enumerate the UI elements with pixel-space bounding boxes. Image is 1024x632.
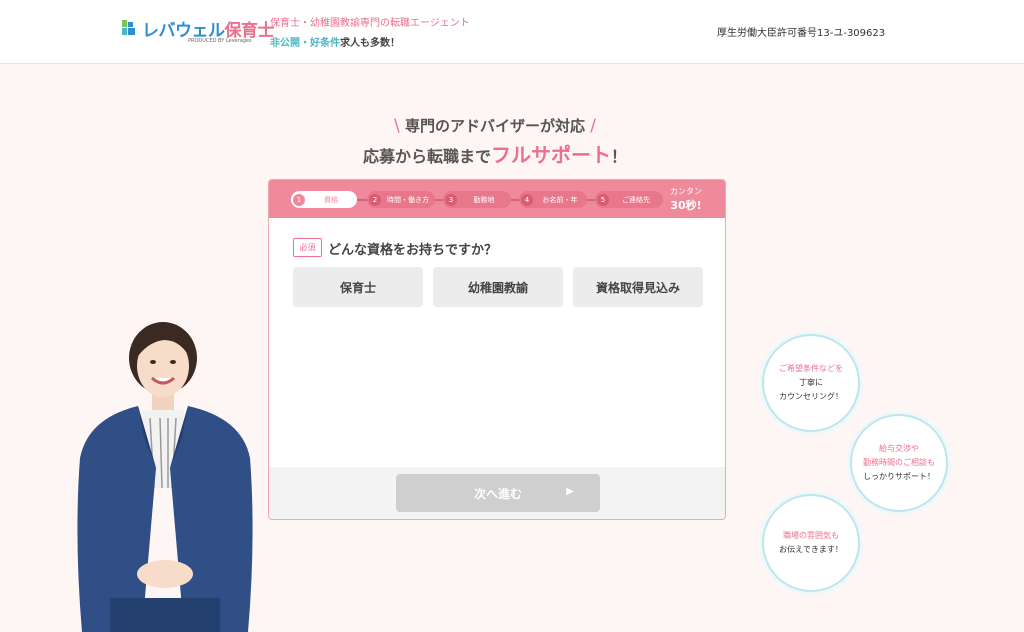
logo-subtitle: PRODUCED BY Leverages bbox=[188, 38, 252, 44]
feature-bubble-negotiation: 給与交渉や 勤務時間のご相談も しっかりサポート！ bbox=[850, 414, 948, 512]
tagline-highlight: 非公開・好条件 bbox=[270, 38, 340, 49]
step-number: 1 bbox=[293, 193, 305, 206]
option-expected-qualification-button[interactable]: 資格取得見込み bbox=[573, 267, 703, 307]
registration-form: 1 資格 2 時間・働き方 3 勤務地 4 お名前・年 5 ご連絡先 カンタン … bbox=[268, 179, 726, 520]
bubble-line: カウンセリング！ bbox=[779, 392, 843, 401]
site-header: レバウェル保育士 PRODUCED BY Leverages 保育士・幼稚園教諭… bbox=[0, 0, 1024, 64]
step-5: 5 ご連絡先 bbox=[595, 191, 663, 208]
next-button-label: 次へ進む bbox=[473, 486, 522, 501]
form-footer: 次へ進む ▶ bbox=[269, 467, 725, 519]
tagline-line-2: 非公開・好条件求人も多数！ bbox=[270, 34, 470, 49]
step-1: 1 資格 bbox=[291, 191, 357, 208]
step-label: 資格 bbox=[324, 195, 338, 204]
step-number: 4 bbox=[521, 193, 533, 206]
quick-badge: カンタン 30秒! bbox=[666, 186, 706, 213]
bubble-line: 職場の雰囲気も bbox=[782, 531, 839, 540]
step-progress-bar: 1 資格 2 時間・働き方 3 勤務地 4 お名前・年 5 ご連絡先 カンタン … bbox=[269, 180, 725, 218]
bubble-line: 給与交渉や bbox=[879, 444, 919, 453]
step-number: 3 bbox=[445, 193, 457, 206]
next-button[interactable]: 次へ進む ▶ bbox=[396, 474, 600, 512]
headline-line-1-text: 専門のアドバイザーが対応 bbox=[404, 117, 585, 135]
bubble-line: お伝えできます！ bbox=[779, 545, 843, 554]
bubble-line: 丁寧に bbox=[799, 378, 823, 387]
arrow-right-icon: ▶ bbox=[566, 486, 574, 497]
headline-line-1: \ 専門のアドバイザーが対応 / bbox=[0, 115, 990, 136]
feature-bubble-atmosphere: 職場の雰囲気も お伝えできます！ bbox=[762, 494, 860, 592]
headline-line-2-accent: フルサポート bbox=[491, 143, 611, 167]
step-label: 勤務地 bbox=[473, 195, 495, 204]
slash-left-icon: \ bbox=[394, 116, 400, 136]
question-text: どんな資格をお持ちですか？ bbox=[328, 243, 498, 258]
step-2: 2 時間・働き方 bbox=[367, 191, 435, 208]
step-label: 時間・働き方 bbox=[387, 195, 429, 204]
quick-line-2: 30秒! bbox=[670, 199, 702, 212]
tagline-rest: 求人も多数！ bbox=[340, 38, 400, 49]
step-4: 4 お名前・年 bbox=[519, 191, 587, 208]
step-number: 2 bbox=[369, 193, 381, 206]
step-3: 3 勤務地 bbox=[443, 191, 511, 208]
required-badge: 必須 bbox=[293, 238, 322, 257]
logo[interactable]: レバウェル保育士 PRODUCED BY Leverages bbox=[120, 16, 274, 46]
tagline-line-1: 保育士・幼稚園教諭専門の転職エージェント bbox=[270, 18, 470, 29]
tagline: 保育士・幼稚園教諭専門の転職エージェント 非公開・好条件求人も多数！ bbox=[270, 14, 470, 49]
step-label: お名前・年 bbox=[542, 195, 578, 204]
advisor-photo bbox=[77, 322, 253, 632]
bubble-line: しっかりサポート！ bbox=[863, 472, 935, 481]
license-number: 厚生労働大臣許可番号13-ユ-309623 bbox=[717, 28, 886, 39]
bubble-line: ご希望条件などを bbox=[779, 364, 843, 373]
slash-right-icon: / bbox=[590, 116, 596, 136]
option-kindergarten-teacher-button[interactable]: 幼稚園教諭 bbox=[433, 267, 563, 307]
headline-line-2-post: ！ bbox=[611, 147, 628, 166]
quick-line-1: カンタン bbox=[670, 187, 702, 196]
headline-line-2: 応募から転職までフルサポート！ bbox=[0, 139, 990, 168]
logo-mark-icon bbox=[122, 20, 135, 35]
step-label: ご連絡先 bbox=[622, 195, 650, 204]
bubble-line: 勤務時間のご相談も bbox=[863, 458, 935, 467]
feature-bubble-counseling: ご希望条件などを 丁寧に カウンセリング！ bbox=[762, 334, 860, 432]
headline-line-2-pre: 応募から転職まで bbox=[362, 147, 491, 166]
option-hoikushi-button[interactable]: 保育士 bbox=[293, 267, 423, 307]
step-number: 5 bbox=[597, 193, 609, 206]
